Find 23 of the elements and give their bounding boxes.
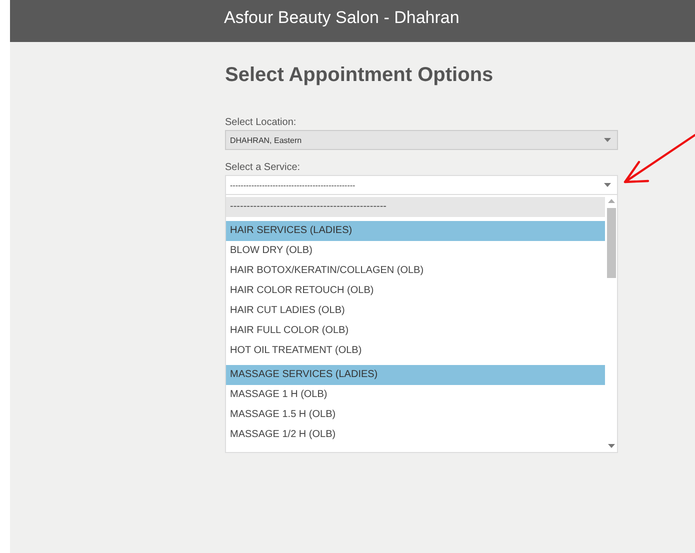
dropdown-option[interactable]: HOT OIL TREATMENT (OLB) [226,341,605,361]
scroll-up-icon[interactable] [608,199,614,203]
dropdown-option[interactable]: BLOW DRY (OLB) [226,241,605,261]
dropdown-option[interactable]: HAIR COLOR RETOUCH (OLB) [226,281,605,301]
option-group-header: HAIR SERVICES (LADIES) [226,221,605,241]
dropdown-option[interactable]: MASSAGE 1.5 H (OLB) [226,405,605,425]
caret-icon [604,183,611,187]
page-heading: Select Appointment Options [225,64,494,87]
dropdown-option[interactable]: HAIR BOTOX/KERATIN/COLLAGEN (OLB) [226,261,605,281]
dropdown-option[interactable]: ----------------------------------------------- [226,197,605,217]
site-title: Asfour Beauty Salon - Dhahran [224,8,460,28]
dropdown-option[interactable]: MASSAGE 1 H (OLB) [226,385,605,405]
field-label: Select a Service: [225,162,300,173]
caret-icon [604,138,611,142]
dropdown-option[interactable]: HAIR CUT LADIES (OLB) [226,301,605,321]
field-label: Select Location: [225,117,296,128]
dropdown-option[interactable]: MASSAGE 1/2 H (OLB) [226,425,605,445]
select-field[interactable]: ----------------------------------------------- [225,175,618,195]
scroll-thumb[interactable] [606,208,616,278]
scroll-down-icon[interactable] [608,444,614,448]
dropdown-option[interactable]: HAIR FULL COLOR (OLB) [226,321,605,341]
option-group-header: MASSAGE SERVICES (LADIES) [226,365,605,385]
select-field[interactable]: DHAHRAN, Eastern [225,130,618,150]
